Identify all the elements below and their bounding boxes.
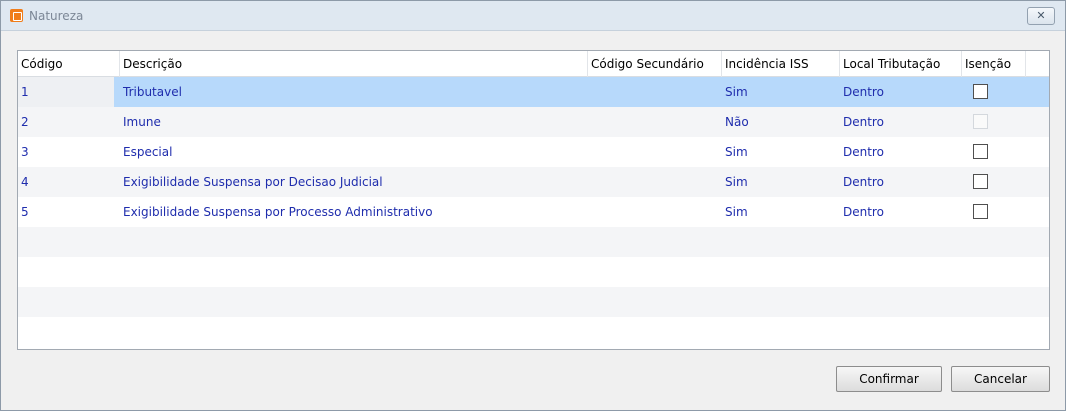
cell-incidencia-iss[interactable]: Sim: [722, 197, 840, 227]
cell-incidencia-iss[interactable]: Sim: [722, 167, 840, 197]
cell-descricao[interactable]: Tributavel: [120, 77, 588, 107]
cell-local-tributacao[interactable]: Dentro: [840, 107, 962, 137]
cell-codigo-secundario[interactable]: [588, 137, 722, 167]
header-descricao[interactable]: Descrição: [120, 51, 588, 77]
cell-descricao[interactable]: Especial: [120, 137, 588, 167]
cell-local-tributacao[interactable]: Dentro: [840, 197, 962, 227]
isencao-checkbox[interactable]: [973, 84, 988, 99]
confirm-button[interactable]: Confirmar: [836, 366, 942, 392]
cell-codigo[interactable]: 5: [18, 197, 114, 227]
isencao-checkbox[interactable]: [973, 174, 988, 189]
cell-codigo-secundario[interactable]: [588, 197, 722, 227]
cell-local-tributacao[interactable]: Dentro: [840, 137, 962, 167]
empty-row: [18, 287, 1049, 317]
empty-row: [18, 257, 1049, 287]
empty-row: [18, 317, 1049, 347]
table-row[interactable]: 4 Exigibilidade Suspensa por Decisao Jud…: [18, 167, 1049, 197]
header-incidencia-iss[interactable]: Incidência ISS: [722, 51, 840, 77]
cell-codigo[interactable]: 3: [18, 137, 114, 167]
isencao-checkbox[interactable]: [973, 144, 988, 159]
header-codigo[interactable]: Código: [18, 51, 120, 77]
app-logo-icon: [10, 9, 23, 22]
table-row[interactable]: 3 Especial Sim Dentro: [18, 137, 1049, 167]
cell-local-tributacao[interactable]: Dentro: [840, 167, 962, 197]
title-bar: Natureza ✕: [1, 1, 1065, 31]
cell-incidencia-iss[interactable]: Sim: [722, 77, 840, 107]
empty-row: [18, 227, 1049, 257]
natureza-grid: Código Descrição Código Secundário Incid…: [17, 50, 1050, 350]
table-row[interactable]: 5 Exigibilidade Suspensa por Processo Ad…: [18, 197, 1049, 227]
cancel-button[interactable]: Cancelar: [951, 366, 1050, 392]
cell-local-tributacao[interactable]: Dentro: [840, 77, 962, 107]
cell-incidencia-iss[interactable]: Não: [722, 107, 840, 137]
natureza-dialog: Natureza ✕ Código Descrição Código Secun…: [0, 0, 1066, 411]
window-title: Natureza: [29, 9, 84, 23]
cell-descricao[interactable]: Imune: [120, 107, 588, 137]
header-local-tributacao[interactable]: Local Tributação: [840, 51, 962, 77]
cell-codigo[interactable]: 2: [18, 107, 114, 137]
cell-codigo-secundario[interactable]: [588, 77, 722, 107]
header-isencao[interactable]: Isenção: [962, 51, 1026, 77]
isencao-checkbox[interactable]: [973, 204, 988, 219]
cell-incidencia-iss[interactable]: Sim: [722, 137, 840, 167]
grid-header: Código Descrição Código Secundário Incid…: [18, 51, 1049, 77]
cell-codigo-secundario[interactable]: [588, 107, 722, 137]
close-button[interactable]: ✕: [1027, 7, 1055, 25]
header-codigo-secundario[interactable]: Código Secundário: [588, 51, 722, 77]
cell-descricao[interactable]: Exigibilidade Suspensa por Decisao Judic…: [120, 167, 588, 197]
isencao-checkbox-disabled: [973, 114, 988, 129]
cell-codigo[interactable]: 4: [18, 167, 114, 197]
cell-descricao[interactable]: Exigibilidade Suspensa por Processo Admi…: [120, 197, 588, 227]
table-row[interactable]: 1 Tributavel Sim Dentro: [18, 77, 1049, 107]
cell-codigo-secundario[interactable]: [588, 167, 722, 197]
cell-codigo[interactable]: 1: [18, 77, 114, 107]
table-row[interactable]: 2 Imune Não Dentro: [18, 107, 1049, 137]
